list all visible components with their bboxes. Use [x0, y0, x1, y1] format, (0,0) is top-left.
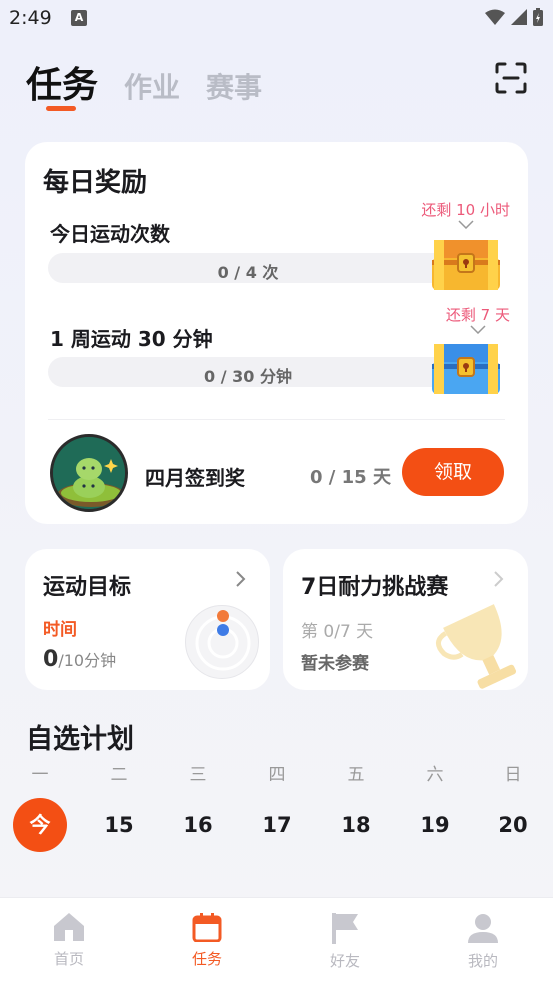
treasure-chest-orange-icon[interactable]: [430, 232, 502, 292]
nav-home-label: 首页: [53, 950, 84, 968]
status-bar: 2:49 A: [0, 0, 553, 38]
plan-title: 自选计划: [26, 724, 134, 755]
weekday-label: 五: [347, 765, 365, 785]
calendar-day[interactable]: 五 18: [326, 760, 386, 837]
weekday-label: 三: [189, 765, 207, 785]
goal-dial-icon: [185, 605, 259, 679]
calendar-day[interactable]: 一 今: [10, 760, 70, 852]
today-date[interactable]: 今: [13, 798, 67, 852]
goal-title: 运动目标: [43, 575, 132, 600]
weekday-label: 六: [426, 765, 444, 785]
calendar-day[interactable]: 二 15: [89, 760, 149, 837]
nav-profile[interactable]: 我的: [414, 898, 552, 971]
date-label: 19: [420, 813, 450, 837]
date-label: 17: [262, 813, 292, 837]
scan-icon[interactable]: [495, 62, 527, 94]
goal-value: 0/10分钟: [43, 647, 116, 672]
exercise-goal-card[interactable]: 运动目标 时间 0/10分钟: [25, 549, 270, 690]
calendar-day[interactable]: 四 17: [247, 760, 307, 837]
wifi-icon: [485, 9, 505, 25]
date-label: 20: [498, 813, 528, 837]
daily-reward-card: 每日奖励 今日运动次数 0 / 4 次 还剩 10 小时 1 周运动 30 分钟…: [25, 142, 528, 524]
profile-icon: [468, 914, 498, 943]
remaining-time: 还剩 10 小时: [421, 199, 510, 229]
nav-tasks-label: 任务: [191, 950, 222, 968]
challenge-status: 暂未参赛: [301, 654, 369, 674]
weekday-label: 一: [31, 765, 49, 785]
treasure-chest-blue-icon[interactable]: [430, 336, 502, 396]
header-tabs: 任务 作业 赛事: [26, 56, 288, 111]
nav-friends[interactable]: 好友: [276, 898, 414, 971]
signal-icon: [511, 9, 527, 25]
chevron-down-icon: [458, 220, 474, 229]
signin-progress: 0 / 15 天: [310, 467, 391, 488]
tab-homework-label: 作业: [124, 71, 181, 104]
nav-home[interactable]: 首页: [0, 898, 138, 969]
tab-tasks[interactable]: 任务: [26, 56, 99, 111]
remaining-time: 还剩 7 天: [446, 304, 510, 334]
nav-friends-label: 好友: [329, 952, 360, 970]
date-label: 18: [341, 813, 371, 837]
tab-events-label: 赛事: [206, 71, 263, 104]
signin-label: 四月签到奖: [145, 466, 245, 490]
remaining-time-text: 还剩 7 天: [445, 306, 510, 324]
date-label: 15: [104, 813, 134, 837]
date-label: 16: [183, 813, 213, 837]
active-tab-indicator: [46, 106, 76, 111]
weekday-label: 二: [110, 765, 128, 785]
calendar-day[interactable]: 六 19: [405, 760, 465, 837]
bottom-nav: 首页 任务 好友 我的: [0, 897, 553, 984]
task-progress-text: 0 / 30 分钟: [204, 367, 292, 386]
chevron-right-icon: [236, 571, 246, 587]
home-icon: [54, 913, 84, 941]
task-progress-bar: 0 / 30 分钟: [48, 357, 448, 387]
tab-events[interactable]: 赛事: [206, 66, 262, 106]
nav-tasks[interactable]: 任务: [138, 898, 276, 969]
remaining-time-text: 还剩 10 小时: [421, 201, 510, 219]
task-progress-bar: 0 / 4 次: [48, 253, 448, 283]
status-icons: [485, 8, 543, 26]
chevron-right-icon: [494, 571, 504, 587]
trophy-icon: [435, 604, 517, 689]
signin-badge-icon: [50, 434, 128, 512]
calendar-day[interactable]: 三 16: [168, 760, 228, 837]
status-time: 2:49: [9, 7, 52, 29]
goal-metric: 时间: [43, 620, 77, 640]
nav-profile-label: 我的: [467, 952, 498, 970]
task-label: 今日运动次数: [50, 222, 170, 246]
challenge-title: 7日耐力挑战赛: [301, 575, 449, 600]
endurance-challenge-card[interactable]: 7日耐力挑战赛 第 0/7 天 暂未参赛: [283, 549, 528, 690]
goal-unit: /10分钟: [58, 651, 117, 670]
calendar-day[interactable]: 日 20: [483, 760, 543, 837]
task-label: 1 周运动 30 分钟: [50, 327, 213, 351]
weekday-label: 四: [268, 765, 286, 785]
task-progress-text: 0 / 4 次: [217, 263, 279, 282]
tab-homework[interactable]: 作业: [124, 66, 180, 106]
tab-tasks-label: 任务: [26, 65, 99, 106]
calendar-icon: [192, 913, 222, 942]
goal-current: 0: [43, 647, 59, 672]
weekday-label: 日: [504, 765, 522, 785]
challenge-progress: 第 0/7 天: [301, 622, 374, 642]
flag-icon: [332, 913, 358, 944]
divider: [48, 419, 505, 420]
notification-indicator-icon: A: [71, 10, 87, 26]
claim-button[interactable]: 领取: [402, 448, 504, 496]
chevron-down-icon: [470, 325, 486, 334]
daily-reward-title: 每日奖励: [43, 168, 148, 198]
battery-icon: [533, 8, 543, 26]
